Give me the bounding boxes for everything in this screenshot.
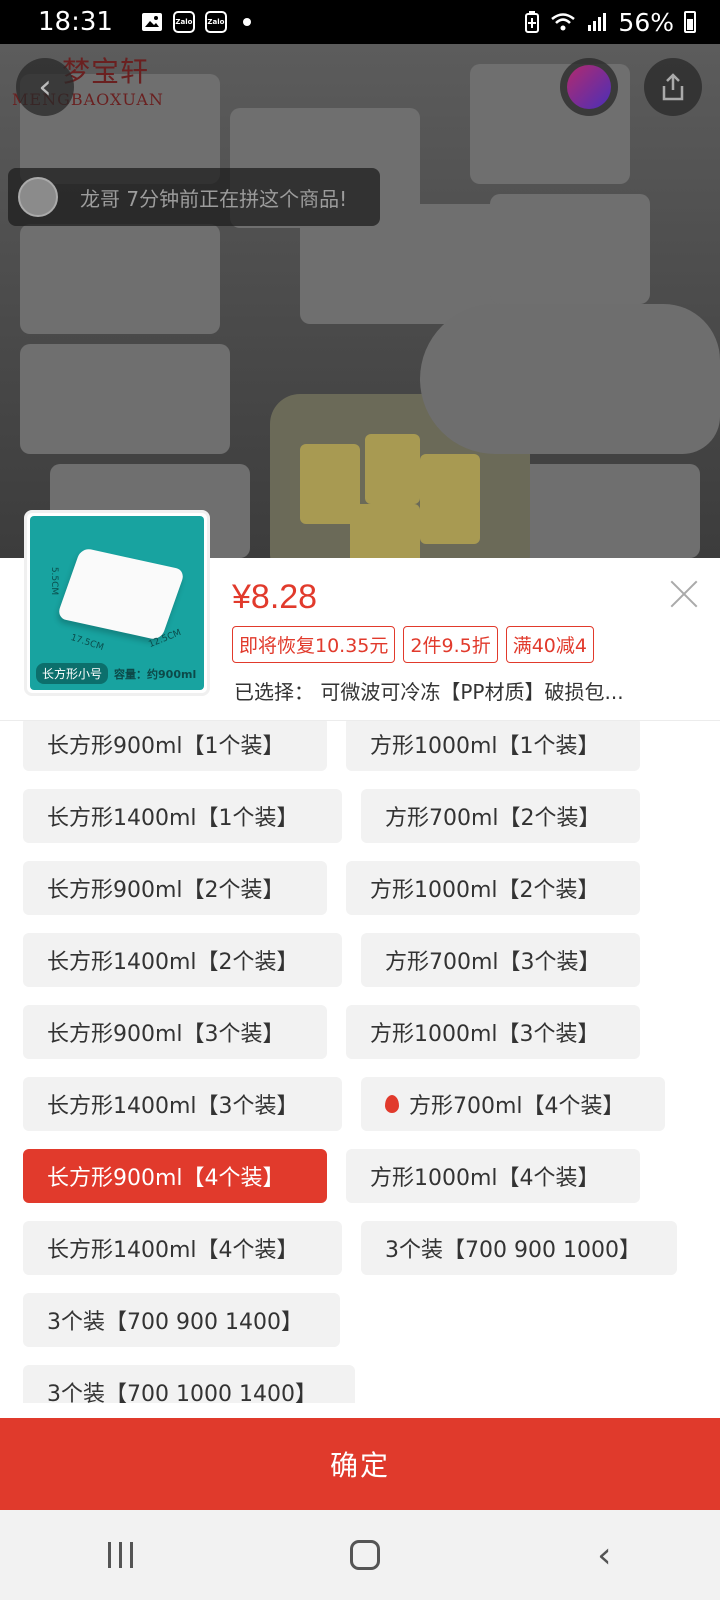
- option-chip[interactable]: 方形1000ml【3个装】: [346, 1005, 640, 1059]
- share-icon: [662, 73, 684, 101]
- fire-icon: [385, 1095, 399, 1113]
- option-chip[interactable]: 3个装【700 1000 1400】: [23, 1365, 355, 1403]
- share-button[interactable]: [644, 58, 702, 116]
- option-chip[interactable]: 3个装【700 900 1000】: [361, 1221, 677, 1275]
- confirm-button[interactable]: 确定: [0, 1418, 720, 1510]
- option-chip[interactable]: 方形1000ml【1个装】: [346, 721, 640, 771]
- close-icon[interactable]: [668, 578, 700, 610]
- status-bar: 18:31 Zalo Zalo 56%: [0, 0, 720, 44]
- option-chip[interactable]: 长方形1400ml【4个装】: [23, 1221, 342, 1275]
- chevron-left-icon: ‹: [38, 67, 52, 107]
- option-chip[interactable]: 方形700ml【2个装】: [361, 789, 640, 843]
- activity-banner: 龙哥 7分钟前正在拼这个商品!: [8, 168, 380, 226]
- option-chip[interactable]: 方形700ml【3个装】: [361, 933, 640, 987]
- thumbnail-tag: 长方形小号: [36, 663, 109, 684]
- option-chip[interactable]: 长方形900ml【2个装】: [23, 861, 327, 915]
- dim-length: 17.5CM: [69, 632, 105, 654]
- activity-text: 龙哥 7分钟前正在拼这个商品!: [80, 186, 348, 211]
- option-chip[interactable]: 方形1000ml【2个装】: [346, 861, 640, 915]
- option-chip[interactable]: 长方形1400ml【2个装】: [23, 933, 342, 987]
- selected-summary: 已选择： 可微波可冷冻【PP材质】破损包...: [234, 680, 624, 704]
- thumbnail-caption: 容量：约900ml: [114, 667, 197, 681]
- option-chip[interactable]: 长方形900ml【1个装】: [23, 721, 327, 771]
- dim-height: 5.5CM: [49, 566, 60, 596]
- sku-thumbnail[interactable]: 5.5CM 17.5CM 12.5CM 长方形小号 容量：约900ml: [24, 510, 210, 696]
- system-nav-bar: ‹: [0, 1510, 720, 1600]
- back-button[interactable]: ‹: [16, 58, 74, 116]
- gallery-icon: [141, 12, 163, 32]
- dot-icon: [242, 18, 251, 26]
- price: ¥8.28: [232, 578, 318, 616]
- battery-icon: [684, 11, 696, 33]
- recent-apps-button[interactable]: [108, 1542, 134, 1568]
- zalo-icon: Zalo: [204, 11, 227, 33]
- options-list[interactable]: 长方形900ml【1个装】 方形1000ml【1个装】 长方形1400ml【1个…: [0, 721, 720, 1403]
- store-avatar-button[interactable]: [560, 58, 618, 116]
- promo-tags: 即将恢复10.35元 2件9.5折 满40减4: [232, 626, 594, 663]
- buyer-avatar: [18, 177, 58, 217]
- battery-percent: 56%: [618, 7, 674, 37]
- option-chip[interactable]: 3个装【700 900 1400】: [23, 1293, 340, 1347]
- home-button[interactable]: [350, 1540, 381, 1570]
- option-chip[interactable]: 方形1000ml【4个装】: [346, 1149, 640, 1203]
- option-chip[interactable]: 长方形1400ml【1个装】: [23, 789, 342, 843]
- promo-tag: 满40减4: [505, 626, 594, 663]
- wifi-icon: [550, 12, 576, 32]
- zalo-icon: Zalo: [172, 11, 195, 33]
- store-avatar: [567, 65, 611, 109]
- option-chip-selected[interactable]: 长方形900ml【4个装】: [23, 1149, 327, 1203]
- battery-saver-icon: [524, 11, 540, 33]
- back-nav-button[interactable]: ‹: [597, 1535, 611, 1576]
- promo-tag: 2件9.5折: [403, 626, 498, 663]
- container-illustration: [56, 547, 186, 641]
- promo-tag: 即将恢复10.35元: [232, 626, 396, 663]
- option-chip[interactable]: 长方形900ml【3个装】: [23, 1005, 327, 1059]
- option-chip-hot[interactable]: 方形700ml【4个装】: [361, 1077, 665, 1131]
- product-image[interactable]: 梦宝轩 MENGBAOXUAN ‹ 龙哥 7分钟前正在拼这个商品!: [0, 44, 720, 558]
- option-chip[interactable]: 长方形1400ml【3个装】: [23, 1077, 342, 1131]
- hand: [420, 304, 720, 454]
- status-time: 18:31: [38, 7, 113, 37]
- signal-icon: [586, 12, 608, 32]
